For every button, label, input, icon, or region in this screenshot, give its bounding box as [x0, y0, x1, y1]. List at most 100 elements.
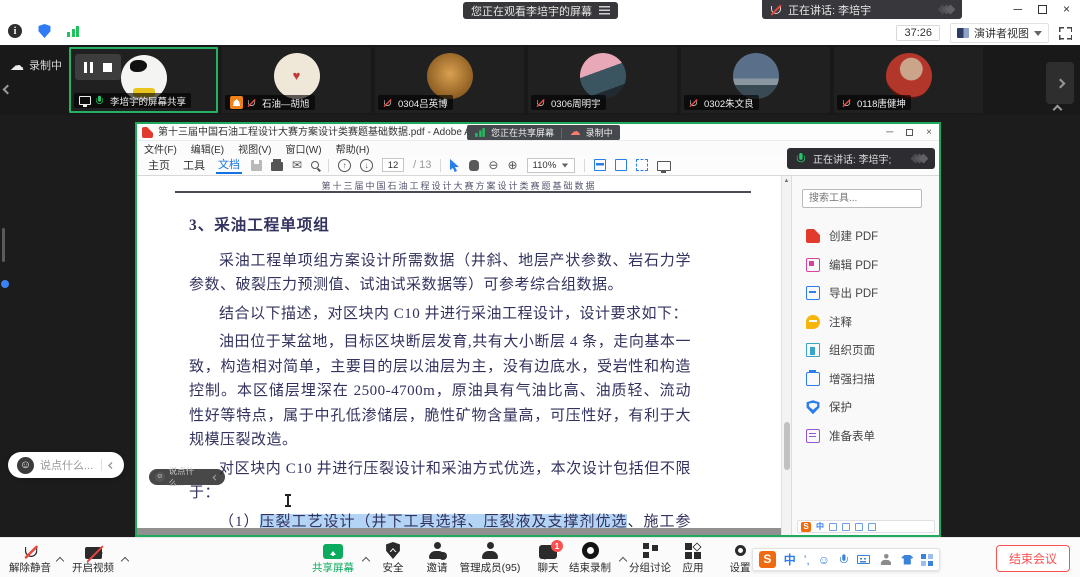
hand-tool-icon[interactable] — [469, 160, 479, 171]
presentation-mode-icon[interactable] — [657, 161, 671, 171]
chat-placeholder-text[interactable]: 说点什么... — [40, 457, 93, 473]
gear-icon — [732, 542, 749, 559]
fullscreen-icon[interactable] — [1059, 27, 1072, 40]
video-label: 开启视频 — [64, 560, 122, 575]
stop-record-button[interactable]: 结束录制 — [561, 540, 619, 575]
pdf-document-area[interactable]: 第十三届中国石油工程设计大赛方案设计类赛题基础数据 3、采油工程单项组 采油工程… — [137, 176, 781, 535]
side-scroll-track[interactable] — [2, 228, 5, 262]
participant-tile[interactable]: 0118唐健坤 — [834, 47, 983, 113]
zoom-level-select[interactable]: 110% — [527, 158, 576, 173]
chat-bubble-icon: 1 — [539, 545, 557, 559]
participant-tile[interactable]: 0304吕英博 — [375, 47, 524, 113]
meeting-info-icon[interactable]: i — [8, 24, 22, 38]
menu-file[interactable]: 文件(F) — [144, 141, 177, 156]
chat-quick-input[interactable]: ☺ 说点什么... — [8, 452, 124, 478]
menu-window[interactable]: 窗口(W) — [285, 141, 321, 156]
participant-tile[interactable]: 0306周明宇 — [528, 47, 677, 113]
fit-page-icon[interactable] — [615, 159, 627, 171]
maximize-button[interactable] — [1038, 5, 1047, 14]
ime-toolbar[interactable]: S 中 ’, ☺ — [752, 548, 940, 571]
share-screen-button[interactable]: 共享屏幕 — [304, 540, 362, 575]
tool-prepare-form[interactable]: 准备表单 — [792, 422, 939, 451]
select-tool-icon[interactable] — [450, 159, 460, 172]
scrollbar-thumb[interactable] — [784, 422, 790, 470]
manage-members-button[interactable]: 管理成员(95) — [451, 540, 529, 575]
pause-recording-button[interactable] — [84, 62, 93, 73]
ime-toolbox-icon[interactable] — [921, 554, 933, 566]
participant-tile-sharer[interactable]: 李培宇的屏幕共享 — [69, 47, 218, 113]
meeting-timer: 37:26 — [896, 25, 940, 41]
stop-recording-button[interactable] — [103, 63, 112, 72]
members-label: 管理成员(95) — [451, 560, 529, 575]
tab-document[interactable]: 文档 — [216, 156, 242, 174]
save-icon[interactable] — [251, 160, 262, 171]
acrobat-minimize-button[interactable]: ─ — [886, 127, 893, 138]
ime-skin-icon[interactable] — [901, 555, 913, 565]
end-meeting-button[interactable]: 结束会议 — [996, 545, 1070, 572]
ime-punctuation[interactable]: ’, — [804, 553, 810, 567]
tool-enhance-scan[interactable]: 增强扫描 — [792, 365, 939, 394]
start-video-button[interactable]: 开启视频 — [64, 540, 122, 575]
next-participants-button[interactable] — [1046, 62, 1074, 104]
muted-mic-icon — [247, 97, 255, 108]
zoom-out-icon[interactable]: ⊖ — [488, 159, 498, 171]
menu-edit[interactable]: 编辑(E) — [191, 141, 224, 156]
search-icon[interactable] — [311, 161, 319, 169]
avatar — [427, 53, 473, 99]
fit-width-icon[interactable] — [636, 159, 648, 171]
video-options-caret[interactable] — [122, 551, 128, 569]
tool-export-pdf[interactable]: 导出 PDF — [792, 279, 939, 308]
emoji-icon[interactable]: ☺ — [17, 457, 34, 474]
tools-search-input[interactable] — [802, 189, 922, 208]
minimize-button[interactable]: ─ — [1013, 2, 1022, 16]
page-up-icon[interactable]: ↑ — [338, 159, 351, 172]
recording-label: 录制中 — [29, 57, 62, 73]
watching-banner: 您正在观看李培宇的屏幕 — [463, 2, 618, 19]
unmute-button[interactable]: 解除静音 — [1, 540, 59, 575]
side-scroll-handle[interactable] — [1, 280, 9, 288]
ime-account-icon[interactable] — [880, 554, 890, 565]
collapse-left-icon[interactable] — [108, 462, 115, 469]
sogou-logo-icon[interactable]: S — [759, 551, 776, 568]
page-down-icon[interactable]: ↓ — [360, 159, 373, 172]
document-scrollbar[interactable]: ▲ — [781, 176, 791, 535]
security-shield-icon[interactable] — [38, 24, 51, 38]
view-mode-button[interactable]: 演讲者视图 — [950, 23, 1049, 43]
acrobat-close-button[interactable]: × — [926, 127, 932, 138]
recording-text: 录制中 — [586, 126, 613, 139]
mic-options-caret[interactable] — [57, 551, 63, 569]
zoom-in-icon[interactable]: ⊕ — [507, 159, 517, 171]
host-badge-icon — [230, 96, 243, 109]
tool-create-pdf[interactable]: 创建 PDF — [792, 222, 939, 251]
queue-list-icon[interactable] — [599, 6, 610, 15]
scroll-mode-icon[interactable] — [594, 159, 606, 171]
tool-label: 增强扫描 — [829, 371, 875, 387]
tool-label: 注释 — [829, 314, 852, 330]
ime-icon — [829, 523, 837, 531]
tab-home[interactable]: 主页 — [146, 157, 172, 173]
voice-input-icon[interactable] — [839, 554, 848, 565]
page-number-input[interactable]: 12 — [382, 158, 404, 172]
network-signal-icon — [67, 26, 79, 37]
tool-organize-pages[interactable]: 组织页面 — [792, 336, 939, 365]
keyboard-icon[interactable] — [857, 555, 870, 564]
ime-lang-indicator[interactable]: 中 — [784, 551, 796, 568]
ime-lang-indicator: 中 — [816, 521, 824, 532]
scroll-up-arrow[interactable]: ▲ — [782, 178, 791, 184]
menu-view[interactable]: 视图(V) — [238, 141, 271, 156]
close-button[interactable]: × — [1063, 2, 1070, 16]
tool-edit-pdf[interactable]: 编辑 PDF — [792, 251, 939, 280]
tool-label: 编辑 PDF — [829, 257, 878, 273]
tool-protect[interactable]: 保护 — [792, 393, 939, 422]
participant-tile[interactable]: ♥ 石油—胡旭 — [222, 47, 371, 113]
tab-tools[interactable]: 工具 — [181, 157, 207, 173]
print-icon[interactable] — [271, 162, 283, 171]
emoji-icon[interactable]: ☺ — [818, 553, 830, 567]
export-pdf-icon — [806, 286, 820, 300]
participant-tile[interactable]: 0302朱文良 — [681, 47, 830, 113]
tool-comment[interactable]: 注释 — [792, 308, 939, 337]
acrobat-restore-button[interactable] — [906, 129, 913, 136]
menu-help[interactable]: 帮助(H) — [336, 141, 370, 156]
muted-mic-icon — [842, 97, 850, 108]
mail-icon[interactable]: ✉ — [292, 159, 302, 171]
